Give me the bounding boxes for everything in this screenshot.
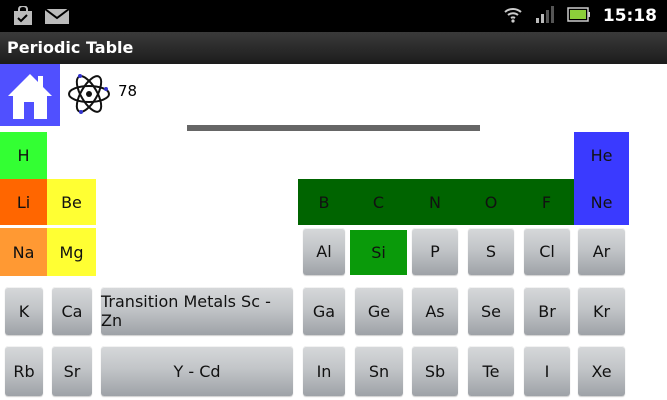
home-button[interactable]	[0, 64, 60, 126]
mail-icon	[44, 6, 70, 30]
element-he[interactable]: He	[574, 132, 629, 179]
element-te[interactable]: Te	[468, 346, 514, 396]
element-mg[interactable]: Mg	[47, 228, 96, 276]
element-ge[interactable]: Ge	[355, 287, 403, 335]
progress-bar	[187, 125, 480, 131]
element-in[interactable]: In	[303, 346, 345, 396]
element-ne[interactable]: Ne	[574, 179, 629, 225]
element-c[interactable]: C	[350, 179, 407, 225]
element-si[interactable]: Si	[350, 230, 407, 275]
element-count: 78	[118, 82, 138, 100]
element-n[interactable]: N	[407, 179, 463, 225]
element-s[interactable]: S	[468, 228, 514, 275]
element-sr[interactable]: Sr	[52, 346, 92, 396]
element-ca[interactable]: Ca	[52, 287, 92, 335]
element-k[interactable]: K	[5, 287, 43, 335]
element-be[interactable]: Be	[47, 179, 96, 225]
status-bar: 15:18	[0, 0, 667, 32]
element-xe[interactable]: Xe	[578, 346, 625, 396]
element-sb[interactable]: Sb	[412, 346, 458, 396]
element-p[interactable]: P	[412, 228, 458, 275]
wifi-icon	[503, 4, 523, 28]
element-b[interactable]: B	[298, 179, 350, 225]
signal-icon	[535, 4, 555, 28]
element-cl[interactable]: Cl	[524, 228, 570, 275]
element-se[interactable]: Se	[468, 287, 514, 335]
element-rb[interactable]: Rb	[5, 346, 43, 396]
element-al[interactable]: Al	[303, 228, 345, 275]
element-o[interactable]: O	[463, 179, 519, 225]
battery-icon	[567, 4, 591, 28]
element-li[interactable]: Li	[0, 179, 47, 225]
element-ga[interactable]: Ga	[303, 287, 345, 335]
element-h[interactable]: H	[0, 132, 47, 179]
atom-icon[interactable]	[66, 66, 112, 122]
element-as[interactable]: As	[412, 287, 458, 335]
shopping-bag-icon	[12, 5, 34, 30]
app-title: Periodic Table	[7, 38, 134, 57]
progress-fill	[187, 125, 480, 131]
transition-metals-y-cd-button[interactable]: Y - Cd	[101, 346, 293, 396]
title-bar: Periodic Table	[0, 32, 667, 64]
element-sn[interactable]: Sn	[355, 346, 403, 396]
element-f[interactable]: F	[519, 179, 574, 225]
transition-metals-button[interactable]: Transition Metals Sc - Zn	[101, 287, 293, 335]
clock: 15:18	[602, 6, 657, 26]
element-ar[interactable]: Ar	[578, 228, 625, 275]
element-i[interactable]: I	[524, 346, 570, 396]
element-br[interactable]: Br	[524, 287, 570, 335]
element-na[interactable]: Na	[0, 228, 47, 276]
house-icon	[0, 74, 60, 130]
element-kr[interactable]: Kr	[578, 287, 625, 335]
